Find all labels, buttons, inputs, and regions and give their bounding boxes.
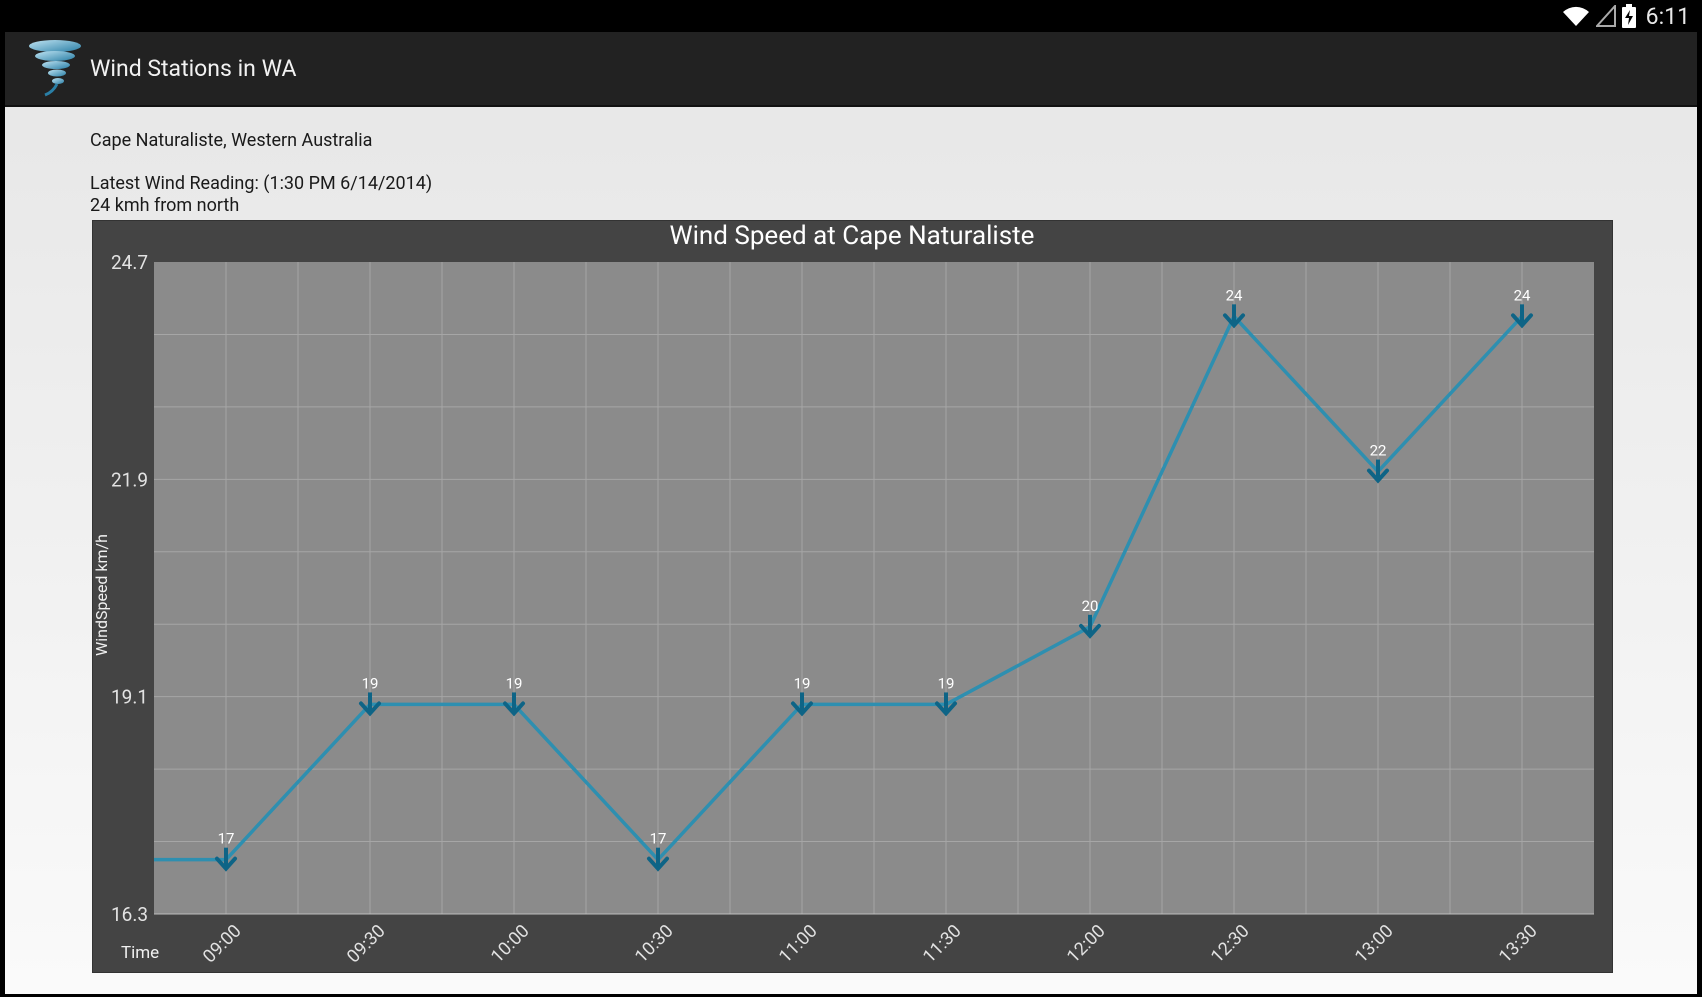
x-axis-label: Time [121, 943, 159, 963]
x-tick-label: 13:30 [1495, 921, 1542, 968]
point-label: 24 [1226, 286, 1243, 304]
x-tick-label: 10:00 [487, 921, 534, 968]
y-tick-label: 24.7 [111, 251, 148, 274]
app-frame: Wind Stations in WA Cape Naturaliste, We… [5, 32, 1697, 994]
point-label: 19 [794, 674, 811, 692]
status-icons: 6:11 [1562, 2, 1690, 30]
grid [154, 262, 1594, 914]
latest-reading: Latest Wind Reading: (1:30 PM 6/14/2014) [90, 173, 433, 194]
x-tick-label: 10:30 [631, 921, 678, 968]
y-tick-label: 19.1 [111, 686, 148, 709]
battery-charging-icon [1621, 4, 1636, 28]
point-label: 19 [938, 674, 955, 692]
status-time: 6:11 [1645, 2, 1690, 30]
chart-title: Wind Speed at Cape Naturaliste [670, 221, 1035, 251]
x-tick-label: 12:00 [1063, 921, 1110, 968]
chart-svg: Wind Speed at Cape Naturaliste 24.7 21.9 19… [93, 221, 1594, 968]
point-label: 24 [1514, 286, 1531, 304]
y-tick-label: 16.3 [111, 903, 148, 926]
point-label: 19 [506, 674, 523, 692]
station-location: Cape Naturaliste, Western Australia [90, 130, 373, 151]
point-label: 20 [1082, 597, 1099, 615]
app-title: Wind Stations in WA [90, 55, 297, 82]
wind-speed-chart: Wind Speed at Cape Naturaliste 24.7 21.9 19… [92, 220, 1613, 973]
x-tick-label: 12:30 [1207, 921, 1254, 968]
tornado-icon[interactable] [27, 38, 83, 98]
point-label: 19 [362, 674, 379, 692]
x-tick-label: 11:00 [775, 921, 822, 968]
status-bar: 6:11 [0, 0, 1702, 32]
y-tick-label: 21.9 [111, 468, 148, 491]
point-label: 17 [650, 830, 667, 848]
x-tick-label: 09:00 [199, 921, 246, 968]
point-label: 17 [218, 830, 235, 848]
point-label: 22 [1370, 442, 1387, 460]
x-tick-label: 09:30 [343, 921, 390, 968]
y-axis-label: WindSpeed km/h [93, 534, 111, 656]
latest-value: 24 kmh from north [90, 195, 240, 216]
x-tick-label: 13:00 [1351, 921, 1398, 968]
wifi-icon [1562, 6, 1589, 26]
x-tick-label: 11:30 [919, 921, 966, 968]
action-bar: Wind Stations in WA [5, 32, 1697, 107]
signal-icon [1595, 5, 1616, 27]
